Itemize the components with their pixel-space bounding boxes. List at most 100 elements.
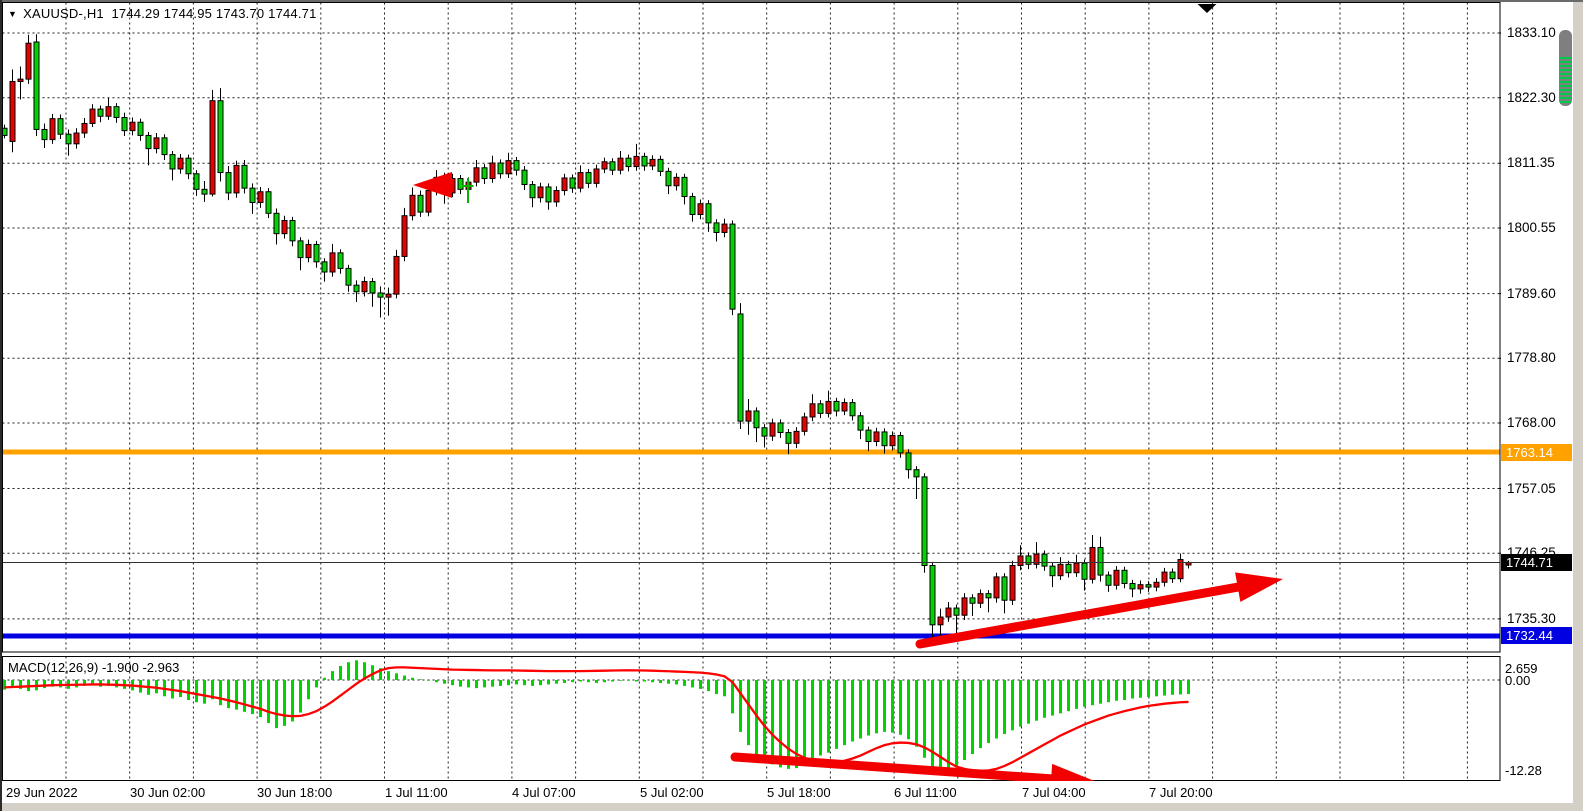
bull-candle <box>842 403 847 411</box>
bear-candle <box>146 135 151 148</box>
time-tick-label: 30 Jun 02:00 <box>130 785 205 800</box>
price-tick-label: 1800.55 <box>1507 220 1571 236</box>
bear-candle <box>378 293 383 297</box>
bear-candle <box>986 594 991 598</box>
bull-candle <box>554 191 559 202</box>
bear-candle <box>42 129 47 139</box>
left-arrow-marker[interactable] <box>413 172 452 198</box>
bear-candle <box>522 170 527 184</box>
time-tick-label: 30 Jun 18:00 <box>257 785 332 800</box>
bull-candle <box>1162 572 1167 582</box>
bear-candle <box>610 162 615 170</box>
bear-candle <box>1066 564 1071 572</box>
bear-candle <box>786 433 791 444</box>
bull-candle <box>362 282 367 292</box>
bear-candle <box>586 173 591 184</box>
bear-candle <box>114 107 119 118</box>
bull-candle <box>82 123 87 133</box>
bull-candle <box>650 159 655 166</box>
bear-candle <box>818 404 823 414</box>
bull-candle <box>90 109 95 123</box>
bull-candle <box>330 253 335 272</box>
bull-candle <box>426 191 431 213</box>
macd-signal-value: -2.963 <box>142 660 179 675</box>
window-chrome-top <box>0 0 1583 2</box>
time-tick-label: 1 Jul 11:00 <box>385 785 448 800</box>
main-pane-border <box>3 3 1501 653</box>
bull-candle <box>1058 564 1063 575</box>
macd-axis-min-label: -12.28 <box>1505 763 1542 778</box>
time-tick-label: 7 Jul 20:00 <box>1149 785 1213 800</box>
bull-candle <box>1138 585 1143 589</box>
ohlc-close: 1744.71 <box>268 6 316 21</box>
bear-candle <box>482 168 487 179</box>
bear-candle <box>546 187 551 202</box>
bear-candle <box>914 470 919 477</box>
bear-candle <box>666 171 671 185</box>
bull-candle <box>394 256 399 294</box>
bear-candle <box>162 138 167 155</box>
bear-candle <box>906 453 911 470</box>
bull-candle <box>634 156 639 166</box>
macd-indicator-label: MACD(12,26,9) -1.900 -2.963 <box>8 660 179 675</box>
bear-candle <box>1146 585 1151 587</box>
bull-candle <box>802 417 807 431</box>
bear-candle <box>170 155 175 169</box>
trading-chart-window: ▼XAUUSD-,H1 1744.29 1744.95 1743.70 1744… <box>0 0 1583 811</box>
bull-candle <box>178 158 183 169</box>
macd-axis-zero-label: 0.00 <box>1505 673 1530 688</box>
bear-candle <box>754 411 759 428</box>
vertical-scrollbar-thumb[interactable] <box>1559 30 1572 106</box>
bear-candle <box>338 253 343 269</box>
bull-candle <box>50 119 55 140</box>
window-chrome-right <box>1573 0 1583 811</box>
bull-candle <box>1074 563 1079 573</box>
macd-name: MACD(12,26,9) <box>8 660 98 675</box>
bull-candle <box>794 431 799 443</box>
scrollbar-stripes <box>1560 57 1571 104</box>
bear-candle <box>354 285 359 292</box>
bear-candle <box>1170 572 1175 579</box>
bear-candle <box>626 158 631 166</box>
bull-candle <box>1090 548 1095 580</box>
bear-candle <box>186 158 191 174</box>
price-tick-label: 1811.35 <box>1507 155 1571 171</box>
bear-candle <box>298 241 303 258</box>
bear-candle <box>1002 577 1007 600</box>
bull-candle <box>210 101 215 194</box>
bear-candle <box>898 436 903 453</box>
window-chrome-bottom <box>0 803 1583 811</box>
bull-candle <box>282 220 287 233</box>
downtrend-arrow-shaft[interactable] <box>735 757 1057 779</box>
bull-candle <box>474 168 479 182</box>
price-tick-label: 1789.60 <box>1507 286 1571 302</box>
bear-candle <box>1098 548 1103 576</box>
symbol-dropdown-icon[interactable]: ▼ <box>8 9 17 19</box>
ohlc-open: 1744.29 <box>111 6 159 21</box>
bear-candle <box>218 101 223 173</box>
bull-candle <box>938 617 943 625</box>
bear-candle <box>514 161 519 171</box>
bear-candle <box>418 195 423 212</box>
bear-candle <box>266 192 271 214</box>
bear-candle <box>778 423 783 433</box>
chart-shift-marker-icon[interactable] <box>1198 4 1217 13</box>
bear-candle <box>1026 556 1031 564</box>
time-tick-label: 5 Jul 18:00 <box>767 785 831 800</box>
bear-candle <box>250 188 255 202</box>
bull-candle <box>506 161 511 174</box>
bull-candle <box>746 411 751 421</box>
bull-candle <box>602 162 607 169</box>
bear-candle <box>226 173 231 193</box>
bear-candle <box>498 163 503 174</box>
support-price-tag: 1732.44 <box>1501 627 1572 644</box>
time-axis[interactable]: 29 Jun 202230 Jun 02:0030 Jun 18:001 Jul… <box>0 781 1501 803</box>
price-and-macd-chart-canvas[interactable] <box>0 0 1583 811</box>
bull-candle <box>106 107 111 117</box>
bear-candle <box>970 598 975 603</box>
bear-candle <box>122 117 127 130</box>
bull-candle <box>1018 556 1023 566</box>
bear-candle <box>762 428 767 436</box>
bear-candle <box>706 204 711 223</box>
time-tick-label: 5 Jul 02:00 <box>640 785 704 800</box>
